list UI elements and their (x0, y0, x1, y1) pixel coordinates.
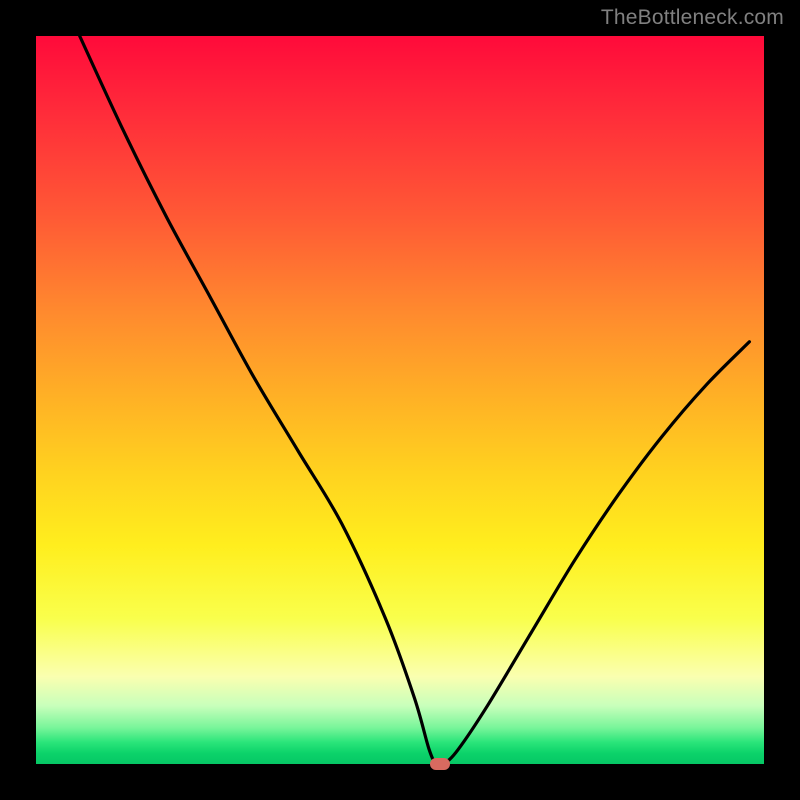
chart-frame: TheBottleneck.com (0, 0, 800, 800)
bottleneck-curve (36, 36, 764, 764)
watermark-text: TheBottleneck.com (601, 6, 784, 30)
minimum-marker (430, 758, 450, 770)
curve-path (80, 36, 750, 766)
plot-area (36, 36, 764, 764)
